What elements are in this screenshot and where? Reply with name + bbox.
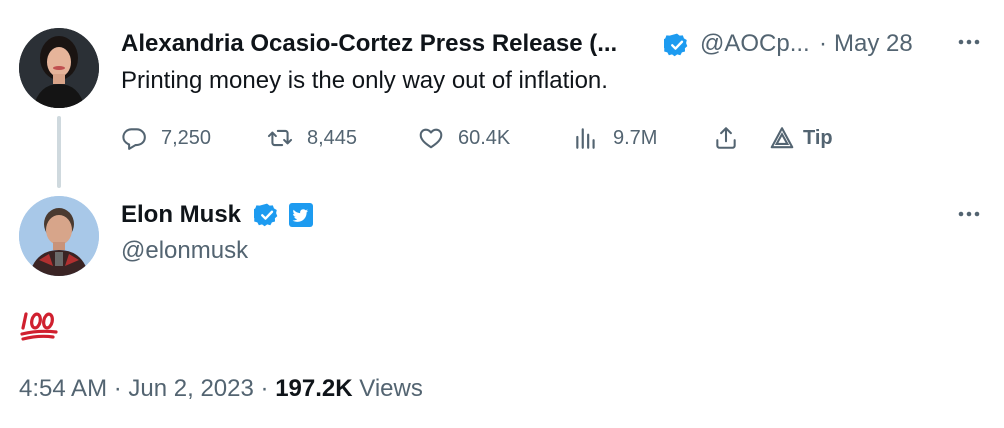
quoted-tweet-text: Printing money is the only way out of in… [121, 67, 608, 94]
elon-avatar[interactable] [19, 196, 99, 276]
tip-icon [770, 127, 794, 149]
view-count: 9.7M [613, 126, 658, 149]
meta-separator: · [260, 375, 269, 402]
main-more-icon[interactable] [955, 200, 983, 234]
retweet-count: 8,445 [307, 126, 358, 149]
tip-label: Tip [803, 126, 833, 149]
tweet-meta-line: 4:54 AM · Jun 2, 2023 · 197.2K Views [19, 374, 423, 404]
heart-icon [419, 128, 443, 149]
elon-avatar-image [19, 196, 99, 276]
quoted-display-name[interactable]: Alexandria Ocasio-Cortez Press Release (… [121, 29, 617, 59]
quoted-date[interactable]: May 28 [834, 29, 913, 59]
tweet-content-hundred-emoji: 💯 [19, 308, 59, 344]
views-label[interactable]: Views [359, 375, 423, 402]
aoc-avatar[interactable] [19, 28, 99, 108]
tip-button[interactable]: Tip [769, 122, 833, 154]
quoted-more-icon[interactable] [955, 28, 983, 62]
hundred-points-icon [20, 312, 58, 341]
verified-badge-icon [251, 202, 280, 228]
main-display-name[interactable]: Elon Musk [121, 200, 241, 230]
tweet-date[interactable]: Jun 2, 2023 [128, 375, 253, 402]
view-count-number[interactable]: 197.2K [275, 375, 352, 402]
tweet-time[interactable]: 4:54 AM [19, 375, 107, 402]
quoted-handle[interactable]: @AOCp... [700, 29, 810, 59]
twitter-affiliation-badge-icon[interactable] [288, 202, 314, 228]
share-icon [716, 127, 736, 149]
thread-connector-line [57, 116, 61, 188]
like-count: 60.4K [458, 126, 511, 149]
share-button[interactable] [713, 122, 753, 154]
quoted-date-separator: · [819, 30, 827, 57]
retweet-icon [267, 129, 293, 147]
reply-count: 7,250 [161, 126, 212, 149]
main-handle[interactable]: @elonmusk [121, 236, 248, 266]
aoc-avatar-image [19, 28, 99, 108]
analytics-icon [576, 128, 595, 149]
views-button[interactable]: 9.7M [573, 122, 657, 154]
verified-badge-icon [661, 32, 690, 58]
reply-button[interactable]: 7,250 [121, 122, 211, 154]
retweet-button[interactable]: 8,445 [267, 122, 357, 154]
meta-separator: · [113, 375, 122, 402]
reply-icon [122, 128, 146, 150]
like-button[interactable]: 60.4K [418, 122, 510, 154]
